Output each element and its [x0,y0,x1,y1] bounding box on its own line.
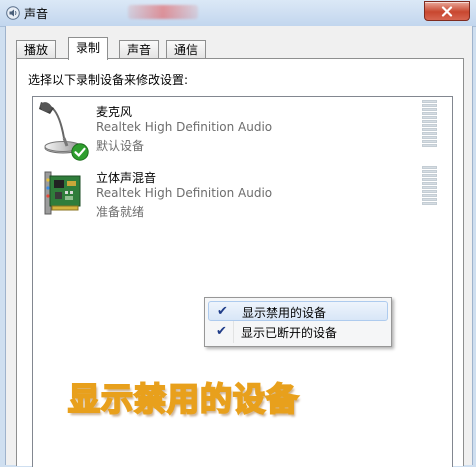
default-check-icon [71,143,89,161]
tab-recording[interactable]: 录制 [68,37,109,60]
device-item-microphone[interactable]: 麦克风 Realtek High Definition Audio 默认设备 [33,97,452,163]
window-title: 声音 [24,7,49,21]
close-button[interactable] [424,1,470,21]
device-status: 准备就绪 [96,205,145,219]
sound-card-icon [44,171,81,215]
context-menu: ✔ 显示禁用的设备 ✔ 显示已断开的设备 [204,297,392,347]
speaker-icon [6,6,20,20]
instruction-text: 选择以下录制设备来修改设置: [28,73,189,87]
menu-item-label: 显示已断开的设备 [241,326,338,340]
device-name: 立体声混音 [96,171,157,185]
level-meter [422,100,437,150]
title-bar: 声音 [0,0,476,27]
device-item-stereo-mix[interactable]: 立体声混音 Realtek High Definition Audio 准备就绪 [33,163,452,229]
checkmark-icon: ✔ [216,324,227,339]
device-driver: Realtek High Definition Audio [96,120,273,134]
close-icon [441,5,453,17]
tab-communications[interactable]: 通信 [166,40,207,59]
tab-playback[interactable]: 播放 [16,40,57,59]
device-name: 麦克风 [96,105,133,119]
level-meter [422,166,437,216]
menu-item-show-disconnected[interactable]: ✔ 显示已断开的设备 [208,322,388,342]
device-status: 默认设备 [96,139,145,153]
device-driver: Realtek High Definition Audio [96,186,273,200]
menu-item-label: 显示禁用的设备 [242,306,327,320]
menu-item-show-disabled[interactable]: ✔ 显示禁用的设备 [208,301,388,321]
tab-sounds[interactable]: 声音 [119,40,160,59]
overlay-caption: 显示禁用的设备 [67,379,300,419]
checkmark-icon: ✔ [217,304,228,319]
title-redaction [128,5,198,19]
